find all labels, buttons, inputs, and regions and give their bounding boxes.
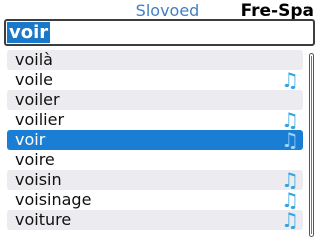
list-item[interactable]: voisin ♫ [7, 170, 303, 190]
word-label: voiler [15, 90, 60, 109]
word-label: voisin [15, 170, 62, 189]
list-item-selected[interactable]: voir ♫ [7, 130, 303, 150]
word-label: voiture [15, 210, 72, 229]
dictionary-selector[interactable]: Fre-Spa [241, 0, 314, 21]
word-label: voilà [15, 50, 53, 69]
word-label: voisinage [15, 190, 92, 209]
title-bar: Slovoed Fre-Spa [0, 0, 320, 21]
music-note-icon[interactable]: ♫ [280, 110, 300, 130]
list-item[interactable]: voire [7, 150, 303, 170]
music-note-icon[interactable]: ♫ [280, 190, 300, 210]
word-label: voilier [15, 110, 65, 129]
list-item[interactable]: voisinage ♫ [7, 190, 303, 210]
music-note-icon[interactable]: ♫ [280, 130, 300, 150]
music-note-icon[interactable]: ♫ [280, 70, 300, 90]
list-item[interactable]: voiler [7, 90, 303, 110]
music-note-icon[interactable]: ♫ [280, 210, 300, 230]
word-list[interactable]: voilà voile ♫ voiler voilier ♫ voir ♫ voire voisi… [7, 50, 303, 230]
search-input[interactable]: voir [4, 19, 315, 46]
list-item[interactable]: voilier ♫ [7, 110, 303, 130]
list-item[interactable]: voiture ♫ [7, 210, 303, 230]
scrollbar[interactable] [309, 53, 314, 237]
app-name: Slovoed [135, 1, 200, 20]
list-item[interactable]: voile ♫ [7, 70, 303, 90]
list-item[interactable]: voilà [7, 50, 303, 70]
word-label: voir [15, 130, 46, 149]
search-query[interactable]: voir [7, 22, 51, 43]
scrollbar-thumb[interactable] [311, 56, 312, 234]
word-label: voile [15, 70, 53, 89]
music-note-icon[interactable]: ♫ [280, 170, 300, 190]
word-label: voire [15, 150, 55, 169]
